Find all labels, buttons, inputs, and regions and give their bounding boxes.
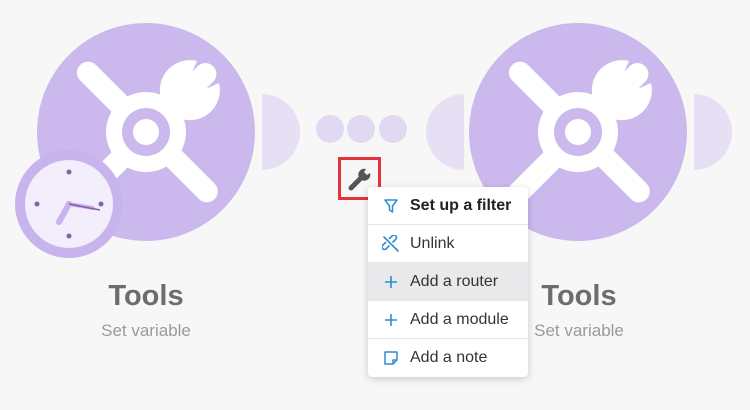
- plus-icon: [378, 313, 404, 327]
- connection-dot[interactable]: [379, 115, 407, 143]
- unlink-icon: [378, 234, 404, 253]
- connection-dot[interactable]: [347, 115, 375, 143]
- module-output-port[interactable]: [694, 94, 732, 170]
- plus-icon: [378, 275, 404, 289]
- clock-icon: [15, 150, 123, 258]
- menu-item-label: Add a module: [410, 310, 509, 328]
- menu-item-add-router[interactable]: Add a router: [368, 263, 528, 301]
- menu-item-add-note[interactable]: Add a note: [368, 339, 528, 377]
- menu-item-label: Unlink: [410, 234, 455, 252]
- module-output-port[interactable]: [262, 94, 300, 170]
- module-title: Tools: [108, 280, 184, 312]
- note-icon: [378, 350, 404, 366]
- connection-context-menu: Set up a filter Unlink Add a router Add …: [368, 187, 528, 377]
- module-subtitle: Set variable: [101, 321, 191, 340]
- menu-item-add-module[interactable]: Add a module: [368, 301, 528, 339]
- menu-item-label: Add a router: [410, 272, 499, 290]
- module-input-port[interactable]: [426, 94, 464, 170]
- menu-item-label: Add a note: [410, 349, 488, 366]
- menu-item-label: Set up a filter: [410, 196, 512, 214]
- filter-icon: [378, 198, 404, 214]
- connection-dot[interactable]: [316, 115, 344, 143]
- menu-item-unlink[interactable]: Unlink: [368, 225, 528, 263]
- menu-item-set-up-filter[interactable]: Set up a filter: [368, 187, 528, 225]
